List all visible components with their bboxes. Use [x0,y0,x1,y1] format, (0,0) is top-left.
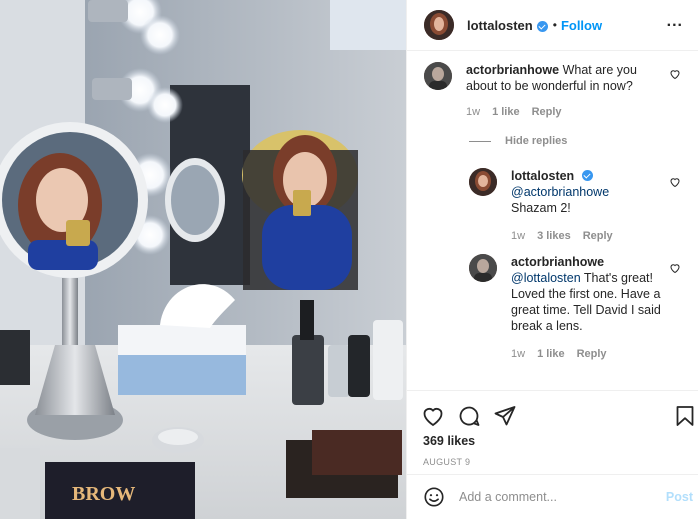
comment-body: actorbrianhowe What are you about to be … [466,62,666,120]
reply-like-heart-icon[interactable] [669,176,681,188]
post-sidebar: lottalosten • Follow ... actorbrianhowe … [406,0,698,519]
reply-avatar-image [469,168,497,196]
author-avatar[interactable] [424,10,454,40]
reply-text: Shazam 2! [511,201,571,215]
hide-replies-label: Hide replies [505,135,568,147]
verified-badge-icon [581,170,593,181]
reply-meta: 1w 1 like Reply [511,346,661,362]
likes-count[interactable]: 369 likes [423,434,475,448]
comment-username[interactable]: actorbrianhowe [466,63,559,77]
reply-avatar-image [469,254,497,282]
reply-like-heart-icon[interactable] [669,262,681,274]
comment-reply-button[interactable]: Reply [532,104,562,120]
author-avatar-image [424,10,454,40]
smiley-icon[interactable] [423,486,445,508]
reply-item: actorbrianhowe @lottalosten That's great… [469,254,661,362]
comments-list[interactable]: actorbrianhowe What are you about to be … [407,51,698,390]
paper-plane-icon[interactable] [493,404,517,428]
commenter-avatar[interactable] [424,62,452,90]
author-username[interactable]: lottalosten [467,18,533,33]
follow-separator: • [552,18,557,32]
reply-body: actorbrianhowe @lottalosten That's great… [511,254,661,362]
reply-likes[interactable]: 1 like [537,346,565,362]
comment-bubble-icon[interactable] [457,404,481,428]
reply-time[interactable]: 1w [511,228,525,244]
more-options-icon[interactable]: ... [667,13,683,31]
reply-item: lottalosten @actorbrianhowe Shazam 2! 1w… [469,168,661,244]
reply-username[interactable]: actorbrianhowe [511,255,604,269]
makeup-mirror-selfie-image: BROW [0,0,406,519]
reply-body: lottalosten @actorbrianhowe Shazam 2! 1w… [511,168,661,244]
reply-likes[interactable]: 3 likes [537,228,571,244]
svg-text:BROW: BROW [72,483,135,505]
hide-replies-line [469,140,491,142]
comment-input[interactable] [459,490,649,504]
comment-meta: 1w 1 like Reply [466,104,666,120]
post-date[interactable]: AUGUST 9 [423,457,470,467]
add-comment-bar: Post [407,474,698,519]
comment-likes[interactable]: 1 like [492,104,520,120]
commenter-avatar-image [424,62,452,90]
post-comment-button[interactable]: Post [666,490,693,504]
reply-mention[interactable]: @actorbrianhowe [511,185,609,199]
reply-username[interactable]: lottalosten [511,169,574,183]
comment-time[interactable]: 1w [466,104,480,120]
heart-icon[interactable] [421,404,445,428]
reply-reply-button[interactable]: Reply [577,346,607,362]
comment-item: actorbrianhowe What are you about to be … [424,62,666,120]
bookmark-icon[interactable] [673,404,697,428]
reply-avatar[interactable] [469,168,497,196]
reply-meta: 1w 3 likes Reply [511,228,661,244]
reply-mention[interactable]: @lottalosten [511,271,581,285]
post-header: lottalosten • Follow ... [407,0,698,51]
post-photo[interactable]: BROW [0,0,406,519]
reply-avatar[interactable] [469,254,497,282]
reply-reply-button[interactable]: Reply [583,228,613,244]
verified-badge-icon [536,20,548,32]
comment-like-heart-icon[interactable] [669,68,681,80]
post-actions: 369 likes AUGUST 9 [407,390,698,474]
follow-button[interactable]: Follow [561,18,602,33]
hide-replies-button[interactable]: Hide replies [469,135,567,147]
reply-time[interactable]: 1w [511,346,525,362]
